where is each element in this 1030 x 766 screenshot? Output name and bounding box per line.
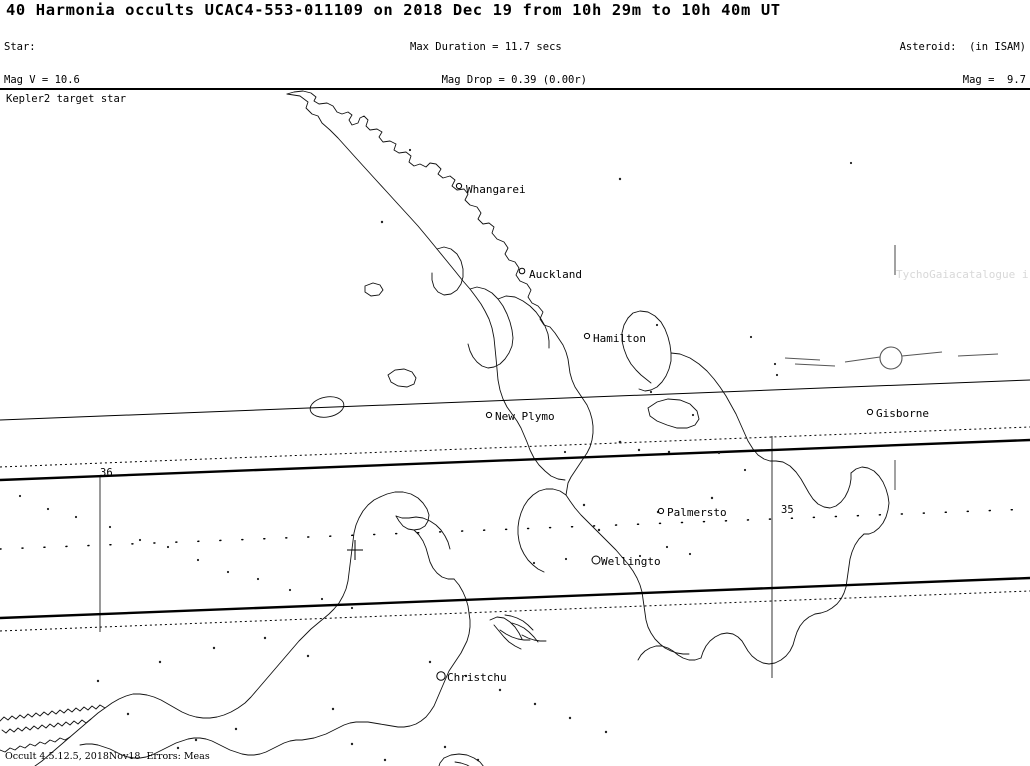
path-centre-line: [0, 508, 1030, 550]
tick-left-outer: [784, 357, 821, 361]
asteroid-scale-symbol: [784, 245, 999, 490]
city-dot-gisborne: [866, 408, 874, 416]
path-limit-south: [0, 576, 1030, 620]
city-dot-wellington: [591, 555, 601, 565]
grid-label-36: 36: [100, 467, 113, 479]
city-dot-christchurch: [436, 671, 446, 681]
city-dot-palmerston: [657, 507, 665, 515]
tick-right-outer: [957, 353, 999, 357]
island-shapes: [309, 282, 700, 429]
map-canvas: [0, 90, 1030, 766]
asteroid-line-0: Asteroid: (in ISAM): [899, 40, 1026, 53]
event-line-1: Mag Drop = 0.39 (0.00r): [410, 73, 588, 86]
asteroid-disc: [879, 346, 903, 370]
kepler-target-note: Kepler2 target star: [6, 93, 127, 105]
path-limit-north: [0, 438, 1030, 482]
star-line-0: Star:: [4, 40, 36, 53]
catalogue-watermark: TychoGaiacatalogue i: [896, 268, 1029, 281]
city-dot-hamilton: [583, 332, 591, 340]
header-panel: 40 Harmonia occults UCAC4-553-011109 on …: [0, 0, 1030, 216]
page-title: 40 Harmonia occults UCAC4-553-011109 on …: [6, 1, 781, 19]
city-dot-auckland: [518, 267, 526, 275]
star-field-dots: [18, 148, 853, 762]
occult-prediction-window: 40 Harmonia occults UCAC4-553-011109 on …: [0, 0, 1030, 766]
tick-left-inner: [794, 363, 836, 367]
coastline-south-island: [0, 491, 547, 766]
star-line-1: Mag V = 10.6: [4, 73, 80, 86]
coastline-north-island: [286, 90, 890, 665]
grid-cross-marker: [347, 540, 363, 560]
path-outer-north: [0, 379, 1030, 421]
status-bar: Occult 4.5.12.5, 2018Nov18 Errors: Meas: [5, 751, 210, 762]
event-line-0: Max Duration = 11.7 secs: [410, 40, 562, 53]
city-dot-whangarei: [455, 182, 463, 190]
city-dot-new-plymouth: [485, 411, 493, 419]
asteroid-line-1: Mag = 9.7: [962, 73, 1026, 86]
occultation-map[interactable]: [0, 88, 1030, 766]
tick-mid-left: [844, 356, 881, 363]
tick-mid-right: [901, 351, 943, 357]
grid-label-35: 35: [781, 504, 794, 516]
